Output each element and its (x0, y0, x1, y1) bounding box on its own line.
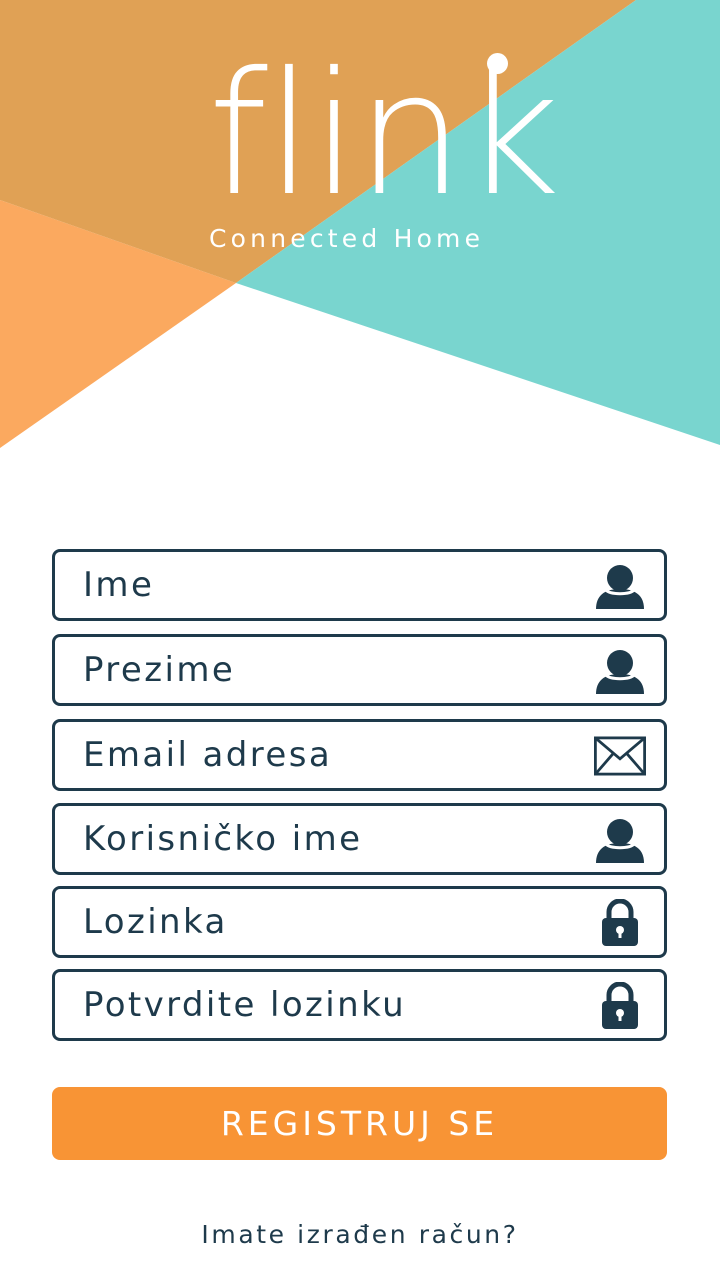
user-icon (594, 816, 646, 864)
username-input[interactable] (55, 806, 603, 872)
confirm-password-field (52, 969, 667, 1041)
lock-icon (594, 982, 646, 1030)
brand-tagline: Connected Home (209, 224, 485, 253)
first-name-input[interactable] (55, 552, 603, 618)
email-input[interactable] (55, 722, 603, 788)
login-link[interactable]: Imate izrađen račun? (0, 1220, 720, 1249)
logo-dot (487, 53, 508, 74)
user-icon (594, 647, 646, 695)
password-field (52, 886, 667, 958)
lock-icon (594, 899, 646, 947)
first-name-field (52, 549, 667, 621)
last-name-field (52, 634, 667, 706)
brand-logo: flink Connected Home (0, 0, 720, 270)
user-icon (594, 562, 646, 610)
register-button[interactable]: REGISTRUJ SE (52, 1087, 667, 1160)
confirm-password-input[interactable] (55, 972, 603, 1038)
username-field (52, 803, 667, 875)
envelope-icon (594, 732, 646, 780)
email-field (52, 719, 667, 791)
last-name-input[interactable] (55, 637, 603, 703)
password-input[interactable] (55, 889, 603, 955)
